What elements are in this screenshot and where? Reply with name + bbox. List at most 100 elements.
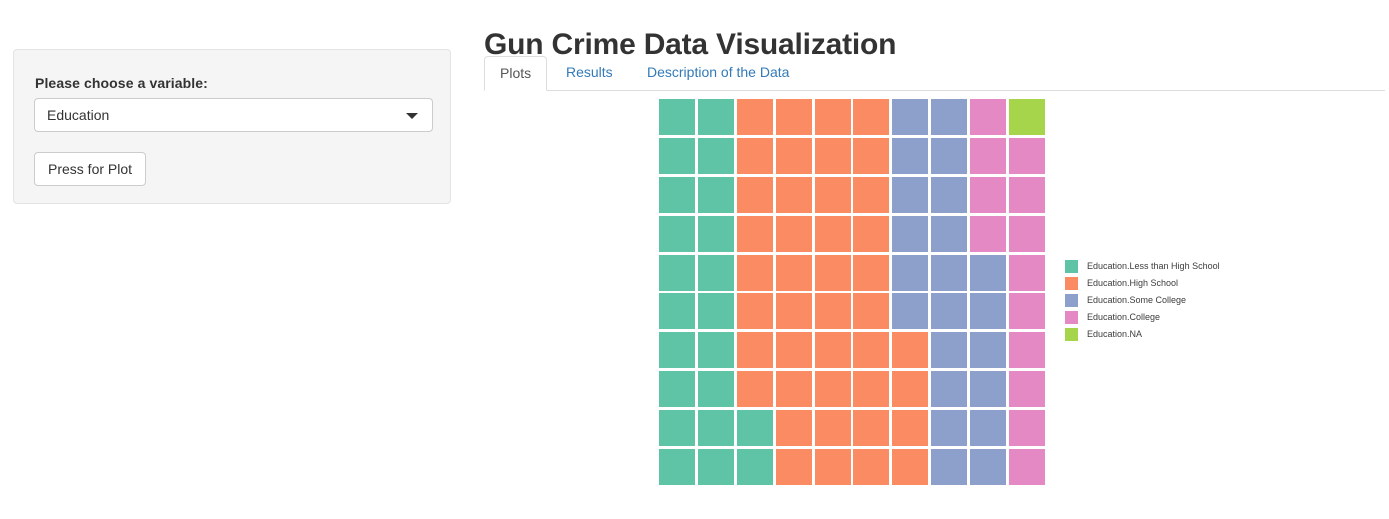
- legend-item: Education.NA: [1065, 326, 1265, 343]
- legend-label: Education.Less than High School: [1087, 261, 1220, 271]
- waffle-cell-some-college: [931, 449, 968, 486]
- waffle-cell-high-school: [814, 410, 851, 447]
- waffle-cell-high-school: [775, 332, 812, 369]
- waffle-cell-college: [1009, 215, 1046, 252]
- legend-swatch-icon: [1065, 294, 1078, 307]
- sidebar-panel: Please choose a variable: Education Pres…: [13, 49, 451, 204]
- waffle-cell-high-school: [814, 176, 851, 213]
- waffle-cell-less-than-high-school: [659, 99, 695, 135]
- waffle-cell-high-school: [853, 99, 890, 135]
- legend-label: Education.College: [1087, 312, 1161, 322]
- waffle-cell-high-school: [892, 410, 929, 447]
- waffle-cell-high-school: [892, 449, 929, 486]
- waffle-cell-some-college: [970, 332, 1007, 369]
- waffle-cell-less-than-high-school: [697, 332, 734, 369]
- waffle-cell-less-than-high-school: [659, 449, 695, 486]
- waffle-cell-college: [1009, 410, 1046, 447]
- waffle-cell-high-school: [736, 176, 773, 213]
- legend-swatch-icon: [1065, 277, 1078, 290]
- waffle-cell-college: [1009, 332, 1046, 369]
- waffle-cell-college: [1009, 254, 1046, 291]
- waffle-row: [659, 99, 1047, 138]
- waffle-row: [659, 176, 1047, 216]
- waffle-cell-high-school: [736, 293, 773, 330]
- tab-plots[interactable]: Plots: [484, 56, 548, 91]
- waffle-row: [659, 410, 1047, 449]
- legend-item: Education.High School: [1065, 275, 1265, 292]
- waffle-row: [659, 332, 1047, 371]
- waffle-cell-college: [970, 99, 1007, 135]
- waffle-cell-high-school: [814, 137, 851, 174]
- waffle-cell-some-college: [892, 99, 929, 135]
- waffle-cell-some-college: [970, 449, 1007, 486]
- waffle-cell-less-than-high-school: [697, 215, 734, 252]
- waffle-cell-high-school: [814, 99, 851, 135]
- legend-label: Education.Some College: [1087, 295, 1187, 305]
- waffle-cell-college: [1009, 449, 1046, 486]
- legend-swatch-icon: [1065, 260, 1078, 273]
- waffle-cell-college: [1009, 137, 1046, 174]
- waffle-cell-high-school: [814, 332, 851, 369]
- waffle-cell-some-college: [892, 215, 929, 252]
- waffle-cell-high-school: [775, 371, 812, 408]
- waffle-cell-high-school: [892, 371, 929, 408]
- waffle-cell-high-school: [775, 215, 812, 252]
- waffle-cell-some-college: [970, 293, 1007, 330]
- waffle-cell-less-than-high-school: [659, 254, 695, 291]
- waffle-cell-high-school: [736, 332, 773, 369]
- waffle-row: [659, 449, 1047, 488]
- waffle-row: [659, 254, 1047, 294]
- waffle-cell-high-school: [853, 176, 890, 213]
- waffle-cell-high-school: [775, 410, 812, 447]
- waffle-cell-high-school: [736, 215, 773, 252]
- waffle-cell-high-school: [853, 254, 890, 291]
- waffle-cell-high-school: [853, 371, 890, 408]
- plot-legend: Education.Less than High School Education…: [1065, 258, 1265, 343]
- waffle-cell-high-school: [736, 99, 773, 135]
- waffle-cell-high-school: [736, 371, 773, 408]
- waffle-cell-high-school: [853, 332, 890, 369]
- waffle-cell-less-than-high-school: [697, 371, 734, 408]
- waffle-cell-high-school: [853, 137, 890, 174]
- waffle-cell-some-college: [931, 293, 968, 330]
- waffle-cell-some-college: [931, 215, 968, 252]
- waffle-cell-some-college: [931, 137, 968, 174]
- tab-results[interactable]: Results: [551, 56, 628, 91]
- waffle-cell-high-school: [775, 99, 812, 135]
- waffle-cell-some-college: [892, 176, 929, 213]
- waffle-row: [659, 293, 1047, 332]
- waffle-cell-high-school: [853, 293, 890, 330]
- waffle-cell-high-school: [814, 215, 851, 252]
- waffle-cell-some-college: [931, 332, 968, 369]
- variable-select-label: Please choose a variable:: [35, 75, 208, 91]
- variable-select[interactable]: Education: [34, 98, 433, 132]
- waffle-cell-some-college: [892, 293, 929, 330]
- waffle-cell-college: [1009, 176, 1046, 213]
- tab-label: Plots: [500, 65, 532, 81]
- waffle-cell-less-than-high-school: [659, 371, 695, 408]
- waffle-cell-some-college: [931, 410, 968, 447]
- waffle-cell-high-school: [853, 449, 890, 486]
- waffle-cell-college: [970, 176, 1007, 213]
- variable-select-value: Education: [47, 107, 110, 123]
- press-for-plot-button[interactable]: Press for Plot: [34, 152, 147, 186]
- waffle-cell-some-college: [970, 254, 1007, 291]
- waffle-cell-high-school: [775, 254, 812, 291]
- waffle-cell-less-than-high-school: [697, 449, 734, 486]
- tab-label: Description of the Data: [647, 64, 790, 80]
- waffle-cell-some-college: [892, 254, 929, 291]
- waffle-cell-less-than-high-school: [736, 410, 773, 447]
- waffle-cell-less-than-high-school: [697, 176, 734, 213]
- waffle-cell-less-than-high-school: [736, 449, 773, 486]
- waffle-plot: [659, 99, 1047, 488]
- waffle-cell-some-college: [931, 371, 968, 408]
- legend-item: Education.Some College: [1065, 292, 1265, 309]
- legend-swatch-icon: [1065, 311, 1078, 324]
- waffle-cell-less-than-high-school: [659, 176, 695, 213]
- tab-description-of-the-data[interactable]: Description of the Data: [632, 56, 804, 91]
- waffle-cell-na: [1009, 99, 1046, 135]
- waffle-cell-college: [1009, 371, 1046, 408]
- waffle-cell-high-school: [892, 332, 929, 369]
- waffle-row: [659, 371, 1047, 410]
- waffle-cell-less-than-high-school: [697, 293, 734, 330]
